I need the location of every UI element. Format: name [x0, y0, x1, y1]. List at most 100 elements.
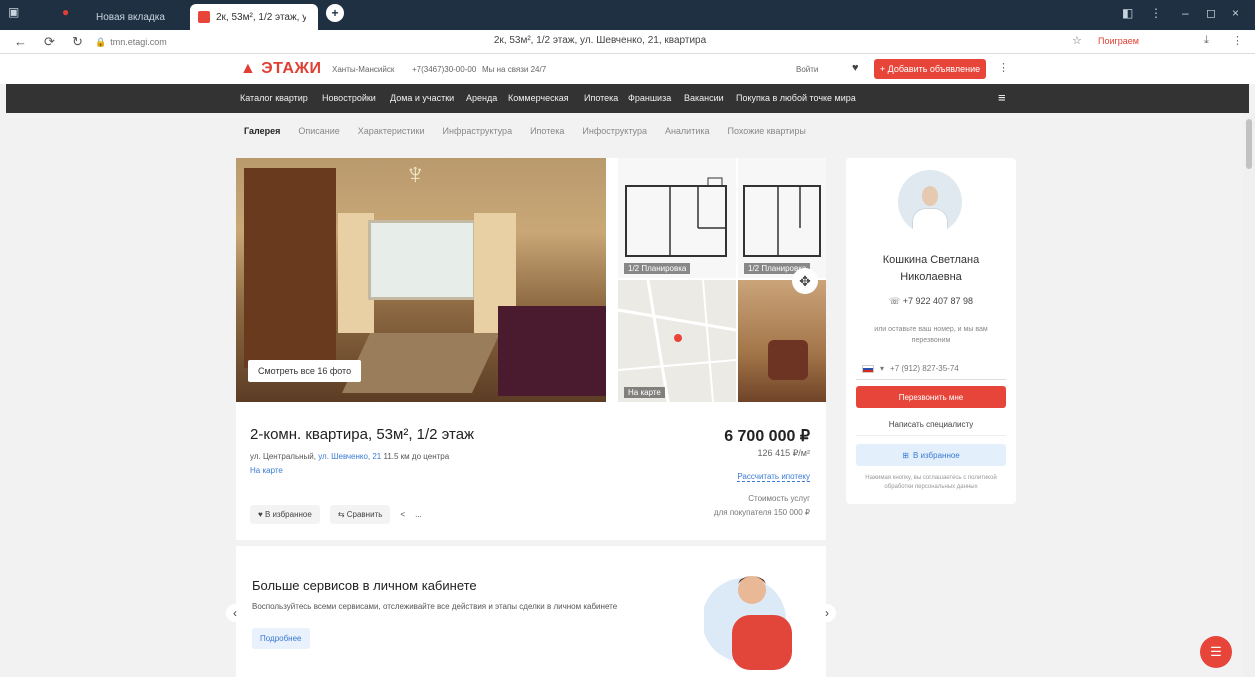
listing-price: 6 700 000 ₽ [724, 428, 810, 445]
more-icon[interactable]: ... [415, 510, 422, 519]
page-title: 2к, 53м², 1/2 этаж, ул. Шевченко, 21, кв… [493, 35, 707, 46]
all-photos-button[interactable]: Смотреть все 16 фото [248, 360, 362, 382]
nav-item-franchise[interactable]: Франшиза [628, 93, 671, 103]
user-menu-icon[interactable]: ⋮ [998, 61, 1009, 74]
callback-button[interactable]: Перезвонить мне [856, 386, 1006, 408]
callback-phone-field[interactable]: ▾ +7 (912) 827-35-74 [856, 358, 1006, 380]
promo-title: Больше сервисов в личном кабинете [252, 578, 477, 593]
phone-placeholder: +7 (912) 827-35-74 [890, 364, 959, 373]
nav-item-rent[interactable]: Аренда [466, 93, 497, 103]
carousel-next-icon[interactable]: › [818, 604, 836, 622]
header-phone[interactable]: +7(3467)30-00-00 [412, 65, 476, 74]
nav-item-catalog[interactable]: Каталог квартир [240, 93, 308, 103]
service-cost: Стоимость услуг для покупателя 150 000 ₽ [714, 492, 810, 520]
subnav-characteristics[interactable]: Характеристики [358, 126, 425, 136]
subnav-infrastructure[interactable]: Инфраструктура [443, 126, 513, 136]
listing-address: ул. Центральный, ул. Шевченко, 21 11.5 к… [250, 452, 449, 461]
etagi-logo[interactable]: ▲ ЭТАЖИ [240, 60, 321, 78]
subnav-infostructure[interactable]: Инфоструктура [582, 126, 647, 136]
carousel-prev-icon[interactable]: ‹ [226, 604, 244, 622]
lock-icon: 🔒 [95, 36, 107, 47]
downloads-icon[interactable]: ⤓ [1204, 34, 1209, 47]
russia-flag-icon [862, 364, 874, 373]
city-selector[interactable]: Ханты-Мансийск [332, 65, 394, 74]
price-per-m2: 126 415 ₽/м² [757, 448, 810, 458]
nav-item-houses[interactable]: Дома и участки [390, 93, 454, 103]
nav-item-commercial[interactable]: Коммерческая [508, 93, 569, 103]
new-tab-button[interactable]: + [326, 4, 344, 22]
bookmark-icon[interactable]: ◧ [1122, 6, 1133, 20]
profile-button[interactable]: Поиграем [1098, 36, 1139, 46]
chandelier-icon: ♆ [404, 158, 427, 191]
chat-icon[interactable]: ☰ [1200, 636, 1232, 668]
floorplan-drawing-1 [625, 177, 727, 257]
back-icon[interactable]: ← [14, 34, 27, 49]
map-thumb[interactable]: На карте [618, 280, 736, 402]
favorite-button[interactable]: ♥ В избранное [250, 505, 320, 524]
forward-icon[interactable]: ⟳ [44, 34, 55, 50]
pinned-tab-icon[interactable]: ● [62, 5, 69, 19]
service-cost-line2: для покупателя 150 000 ₽ [713, 508, 810, 517]
maximize-icon[interactable]: ◻ [1206, 6, 1216, 20]
page-scrollbar[interactable] [1243, 113, 1255, 677]
compare-button[interactable]: ⇆ Сравнить [329, 505, 391, 524]
hamburger-menu-icon[interactable]: ≡ [998, 90, 1006, 105]
on-map-link[interactable]: На карте [250, 466, 283, 475]
room-thumb[interactable] [738, 280, 826, 402]
tab-listing[interactable]: 2к, 53м², 1/2 этаж, ул... [190, 4, 318, 30]
subnav-mortgage[interactable]: Ипотека [530, 126, 564, 136]
nav-item-mortgage[interactable]: Ипотека [584, 93, 618, 103]
favorites-heart-icon[interactable]: ♥ [852, 62, 859, 74]
tab-new[interactable]: Новая вкладка [88, 4, 188, 30]
url-text: tmn.etagi.com [110, 37, 167, 47]
share-icon[interactable]: < [400, 510, 405, 519]
add-listing-button[interactable]: + Добавить объявление [874, 59, 986, 79]
extensions-icon[interactable]: ⋮ [1150, 6, 1162, 20]
menu-icon[interactable]: ⋮ [1232, 34, 1243, 47]
floorplan-thumb-2[interactable]: 1/2 Планировка [738, 158, 826, 278]
agent-name: Кошкина Светлана Николаевна [846, 252, 1016, 286]
floorplan-thumb-1[interactable]: 1/2 Планировка [618, 158, 736, 278]
photo-rug [342, 333, 500, 393]
listing-title: 2-комн. квартира, 53м², 1/2 этаж [250, 426, 475, 443]
nav-item-new-buildings[interactable]: Новостройки [322, 93, 376, 103]
tab-listing-label: 2к, 53м², 1/2 этаж, ул... [216, 11, 306, 23]
agent-favorite-button[interactable]: ⊞ В избранное [856, 444, 1006, 466]
service-cost-line1: Стоимость услуг [748, 494, 810, 503]
address-prefix: ул. Центральный, [250, 452, 316, 461]
country-dropdown-icon[interactable]: ▾ [880, 364, 884, 373]
agent-phone[interactable]: ☏ +7 922 407 87 98 [846, 296, 1016, 307]
floorplan-caption-1: 1/2 Планировка [624, 263, 691, 274]
promo-more-button[interactable]: Подробнее [252, 628, 310, 649]
write-specialist-button[interactable]: Написать специалисту [856, 414, 1006, 436]
nav-item-worldwide[interactable]: Покупка в любой точке мира [736, 93, 856, 103]
subnav-description[interactable]: Описание [298, 126, 339, 136]
nav-item-vacancies[interactable]: Вакансии [684, 93, 724, 103]
url-field[interactable]: 🔒 tmn.etagi.com [95, 34, 195, 50]
minimize-icon[interactable]: – [1182, 6, 1189, 20]
mortgage-calc-link[interactable]: Рассчитать ипотеку [737, 472, 810, 482]
scrollbar-thumb[interactable] [1246, 119, 1252, 169]
browser-menu-icon[interactable]: ▣ [8, 5, 19, 19]
map-caption: На карте [624, 387, 665, 398]
promo-card: Больше сервисов в личном кабинете Воспол… [236, 546, 826, 677]
site-header: ▲ ЭТАЖИ Ханты-Мансийск +7(3467)30-00-00 … [0, 54, 1255, 84]
promo-text: Воспользуйтесь всеми сервисами, отслежив… [252, 602, 618, 611]
agent-name-line1: Кошкина Светлана [882, 254, 980, 266]
close-icon[interactable]: × [1232, 6, 1239, 20]
login-link[interactable]: Войти [796, 65, 818, 74]
agent-avatar [898, 170, 962, 234]
reload-icon[interactable]: ↻ [72, 34, 83, 50]
listing-subnav: Галерея Описание Характеристики Инфрастр… [244, 126, 806, 136]
agent-note: или оставьте ваш номер, и мы вам перезво… [874, 326, 988, 344]
address-street-link[interactable]: ул. Шевченко, 21 [318, 452, 381, 461]
map-drawing [618, 280, 736, 402]
gallery-next-icon[interactable]: ✥ [792, 268, 818, 294]
agent-name-line2: Николаевна [900, 271, 962, 283]
subnav-similar[interactable]: Похожие квартиры [728, 126, 806, 136]
subnav-gallery[interactable]: Галерея [244, 126, 280, 136]
bookmark-star-icon[interactable]: ☆ [1072, 34, 1082, 47]
main-photo[interactable]: ♆ Смотреть все 16 фото [236, 158, 606, 402]
subnav-analytics[interactable]: Аналитика [665, 126, 710, 136]
photo-sofa [498, 306, 606, 396]
